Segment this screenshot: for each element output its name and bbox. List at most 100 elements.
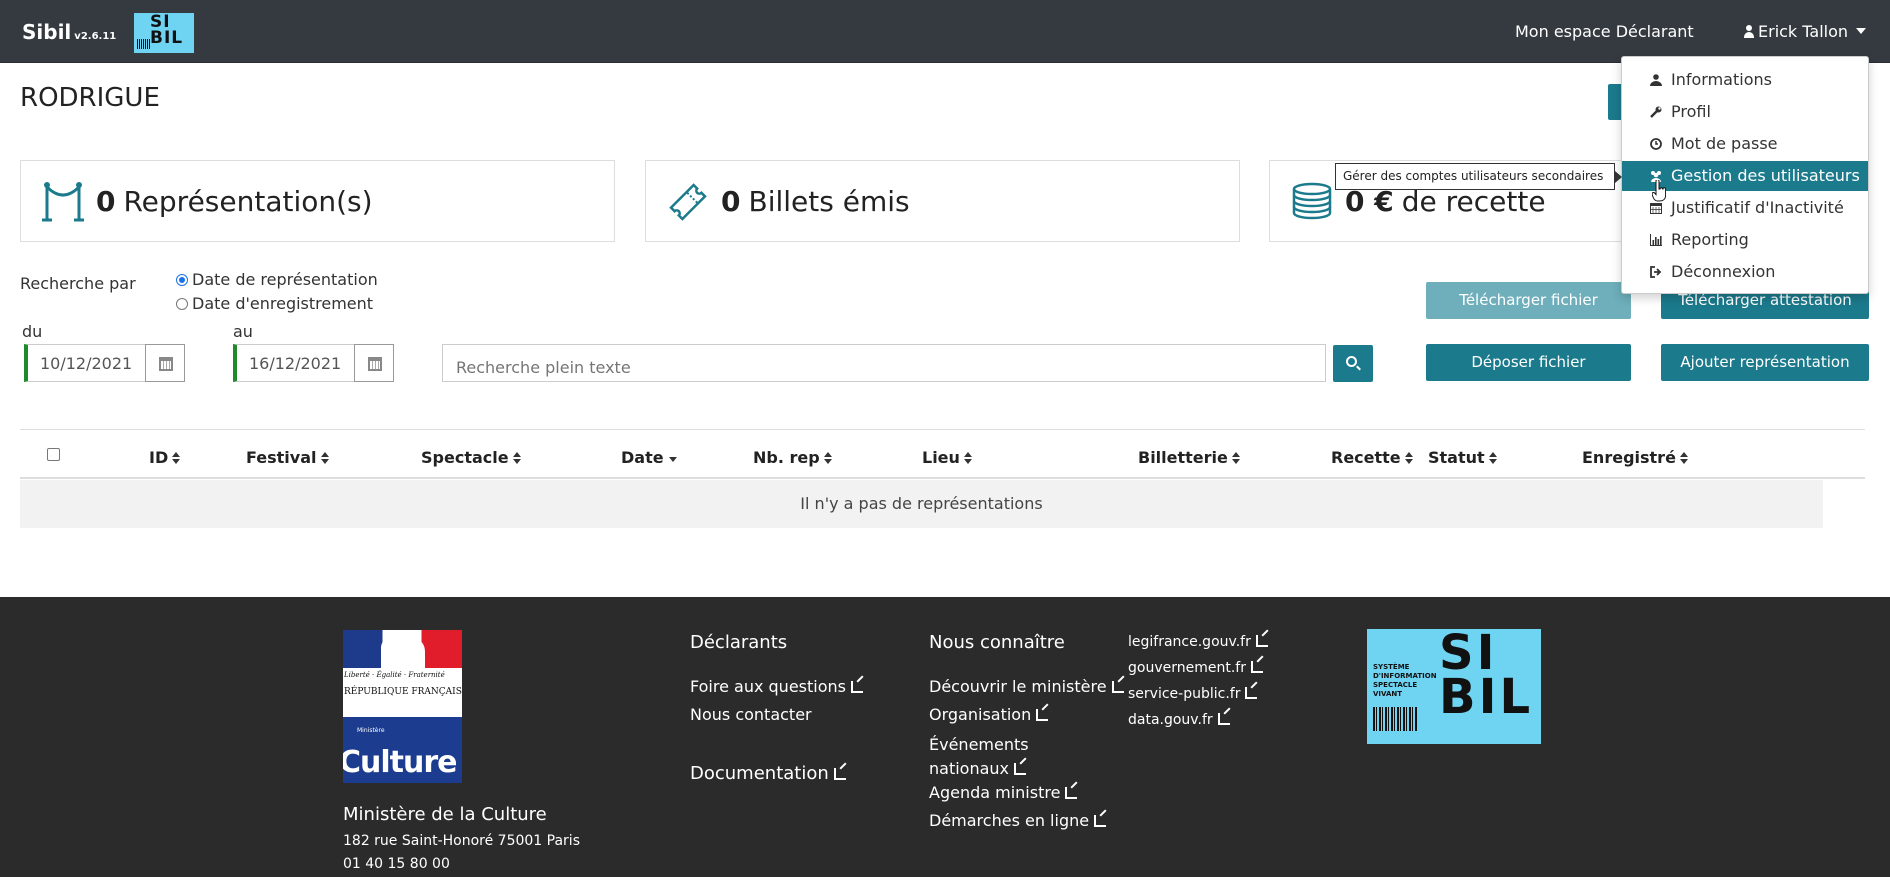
menu-item-deconnexion[interactable]: Déconnexion [1622, 257, 1868, 287]
user-icon [1650, 74, 1662, 86]
external-link-icon [1217, 713, 1230, 725]
sort-icon [1404, 452, 1413, 464]
calendar-icon [368, 357, 382, 371]
column-spectacle[interactable]: Spectacle [421, 448, 521, 467]
date-from-calendar-button[interactable] [145, 344, 185, 382]
hand-cursor-icon [1652, 180, 1666, 202]
stat-card-representations: 0 Représentation(s) [20, 160, 615, 242]
bar-chart-icon [1650, 234, 1662, 246]
user-icon [1744, 25, 1754, 38]
radio-label: Date d'enregistrement [192, 294, 374, 313]
fulltext-search-input[interactable] [442, 344, 1326, 382]
tickets-label: Billets émis [748, 185, 910, 218]
app-version: v2.6.11 [74, 31, 117, 42]
representations-label: Représentation(s) [123, 185, 373, 218]
column-recette[interactable]: Recette [1331, 448, 1413, 467]
sort-icon [963, 452, 972, 464]
service-public-link[interactable]: service-public.fr [1128, 686, 1258, 702]
data-gouv-link[interactable]: data.gouv.fr [1128, 712, 1230, 728]
select-all-checkbox[interactable] [47, 448, 60, 461]
date-to-calendar-button[interactable] [354, 344, 394, 382]
empty-table-message: Il n'y a pas de représentations [20, 480, 1823, 528]
clock-icon [1650, 138, 1662, 150]
download-file-button[interactable]: Télécharger fichier [1426, 282, 1631, 319]
stat-card-tickets: 0 Billets émis [645, 160, 1240, 242]
faq-link[interactable]: Foire aux questions [690, 677, 863, 696]
search-icon [1346, 356, 1357, 367]
know-us-heading: Nous connaître [929, 632, 1065, 653]
column-billetterie[interactable]: Billetterie [1138, 448, 1240, 467]
coins-icon [1292, 182, 1332, 220]
ministere-culture-logo[interactable]: Liberté · Égalité · Fraternité RÉPUBLIQU… [343, 630, 462, 783]
rf-ministere: Ministère [357, 727, 385, 734]
online-procedures-link[interactable]: Démarches en ligne [929, 811, 1107, 830]
sort-icon [1231, 452, 1240, 464]
marianne-flag-graphic [343, 630, 462, 668]
barcode-graphic [1373, 707, 1417, 731]
user-menu-toggle[interactable]: Erick Tallon [1744, 22, 1867, 41]
page-title: RODRIGUE [20, 83, 160, 113]
external-link-icon [1111, 681, 1124, 693]
date-from-input[interactable]: 10/12/2021 [24, 344, 147, 382]
sort-icon [1679, 452, 1688, 464]
external-link-icon [1094, 815, 1107, 827]
agenda-link[interactable]: Agenda ministre [929, 783, 1078, 802]
sort-icon [823, 452, 832, 464]
add-representation-button[interactable]: Ajouter représentation [1661, 344, 1869, 381]
ministry-address: 182 rue Saint-Honoré 75001 Paris [343, 833, 580, 849]
ministry-phone: 01 40 15 80 00 [343, 856, 450, 872]
external-link-icon [850, 681, 863, 693]
espace-declarant-link[interactable]: Mon espace Déclarant [1515, 22, 1694, 41]
menu-item-reporting[interactable]: Reporting [1622, 225, 1868, 255]
ticket-icon [669, 183, 707, 221]
upload-file-button[interactable]: Déposer fichier [1426, 344, 1631, 381]
rf-culture: Culture [343, 745, 457, 780]
contact-link[interactable]: Nous contacter [690, 705, 812, 724]
menu-item-informations[interactable]: Informations [1622, 65, 1868, 95]
gouvernement-link[interactable]: gouvernement.fr [1128, 660, 1263, 676]
search-button[interactable] [1333, 345, 1373, 382]
table-header: ID Festival Spectacle Date Nb. rep Lieu … [20, 429, 1865, 479]
radio-date-representation[interactable]: Date de représentation [176, 270, 378, 289]
column-lieu[interactable]: Lieu [922, 448, 972, 467]
sibil-logo-large[interactable]: SI BIL SYSTÈME D'INFORMATION SPECTACLE V… [1367, 629, 1541, 744]
radio-date-enregistrement[interactable]: Date d'enregistrement [176, 294, 373, 313]
rf-motto: Liberté · Égalité · Fraternité [344, 671, 445, 679]
national-events-link[interactable]: Événements nationaux [929, 733, 1109, 781]
column-date[interactable]: Date [621, 448, 677, 467]
external-link-icon [1255, 635, 1268, 647]
wrench-icon [1650, 106, 1662, 118]
sort-icon [320, 452, 329, 464]
rf-republique: RÉPUBLIQUE FRANÇAISE [344, 687, 462, 697]
external-link-icon [1014, 763, 1027, 775]
brand[interactable]: Sibil v2.6.11 [22, 20, 116, 44]
sort-icon [172, 452, 181, 464]
menu-item-mot-de-passe[interactable]: Mot de passe [1622, 129, 1868, 159]
organisation-link[interactable]: Organisation [929, 705, 1049, 724]
external-link-icon [1036, 709, 1049, 721]
tickets-count: 0 [721, 185, 741, 218]
external-link-icon [1245, 687, 1258, 699]
discover-ministry-link[interactable]: Découvrir le ministère [929, 677, 1124, 696]
column-id[interactable]: ID [149, 448, 181, 467]
column-festival[interactable]: Festival [246, 448, 329, 467]
column-nb-rep[interactable]: Nb. rep [753, 448, 832, 467]
external-link-icon [1250, 661, 1263, 673]
date-to-input[interactable]: 16/12/2021 [233, 344, 356, 382]
column-enregistre[interactable]: Enregistré [1582, 448, 1688, 467]
external-link-icon [833, 768, 846, 780]
legifrance-link[interactable]: legifrance.gouv.fr [1128, 634, 1268, 650]
column-statut[interactable]: Statut [1428, 448, 1497, 467]
sort-desc-icon [668, 457, 677, 462]
sibil-logo-subtitle: SYSTÈME D'INFORMATION SPECTACLE VIVANT [1373, 663, 1437, 698]
sibil-logo-small[interactable]: SI BIL [134, 13, 194, 53]
menu-item-profil[interactable]: Profil [1622, 97, 1868, 127]
user-dropdown-menu: Informations Profil Mot de passe Gestion… [1621, 56, 1869, 294]
radio-unchecked-icon [176, 298, 188, 310]
sibil-logo-big-text: SI BIL [1439, 629, 1534, 725]
stanchion-icon [42, 182, 84, 222]
calendar-icon [1650, 203, 1662, 214]
representations-count: 0 [96, 185, 116, 218]
radio-label: Date de représentation [192, 270, 378, 289]
documentation-link[interactable]: Documentation [690, 763, 846, 784]
